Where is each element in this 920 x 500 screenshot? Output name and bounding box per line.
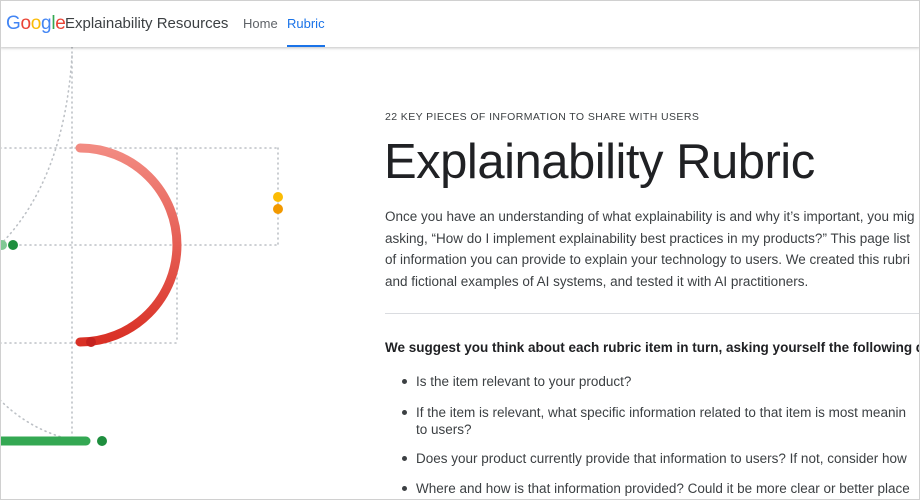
green-dot: [8, 240, 18, 250]
orange-dot: [273, 204, 283, 214]
bullet-icon: [402, 456, 407, 461]
logo-letter: o: [20, 13, 31, 34]
logo-letter: e: [55, 13, 66, 34]
intro-line: asking, “How do I implement explainabili…: [385, 230, 910, 246]
intro-line: of information you can provide to explai…: [385, 252, 911, 267]
logo-letter: G: [6, 13, 21, 34]
yellow-dot: [273, 192, 283, 202]
bullet-icon: [402, 486, 407, 491]
bullet-icon: [402, 410, 407, 415]
google-logo[interactable]: Google: [6, 13, 66, 35]
list-item-text: to users?: [416, 422, 472, 437]
green-dot: [97, 436, 107, 446]
top-app-bar: Google Explainability Resources Home Rub…: [0, 0, 920, 47]
intro-line: Once you have an understanding of what e…: [385, 209, 915, 224]
hero-illustration: [0, 47, 283, 446]
page-title: Explainability Rubric: [384, 135, 815, 189]
nav-tab-home[interactable]: Home: [243, 0, 278, 47]
curve-line: [0, 55, 73, 246]
bullet-icon: [402, 379, 407, 384]
curve-line: [0, 399, 73, 441]
list-item-text: Where and how is that information provid…: [416, 481, 910, 496]
list-item-text: Is the item relevant to your product?: [416, 374, 632, 389]
questions-prompt: We suggest you think about each rubric i…: [385, 340, 920, 355]
list-item-text: Does your product currently provide that…: [416, 451, 907, 466]
red-dot: [86, 337, 96, 347]
logo-letter: o: [30, 13, 42, 34]
site-title[interactable]: Explainability Resources: [65, 15, 228, 32]
intro-paragraph: Once you have an understanding of what e…: [385, 206, 920, 290]
list-item-text: If the item is relevant, what specific i…: [416, 405, 906, 420]
intro-line: and fictional examples of AI systems, an…: [385, 273, 809, 289]
section-divider: [385, 313, 920, 314]
green-dot-light: [0, 240, 7, 250]
logo-letter: g: [41, 13, 52, 34]
page-eyebrow: 22 KEY PIECES OF INFORMATION TO SHARE WI…: [385, 111, 700, 123]
nav-tab-rubric[interactable]: Rubric: [287, 0, 325, 47]
